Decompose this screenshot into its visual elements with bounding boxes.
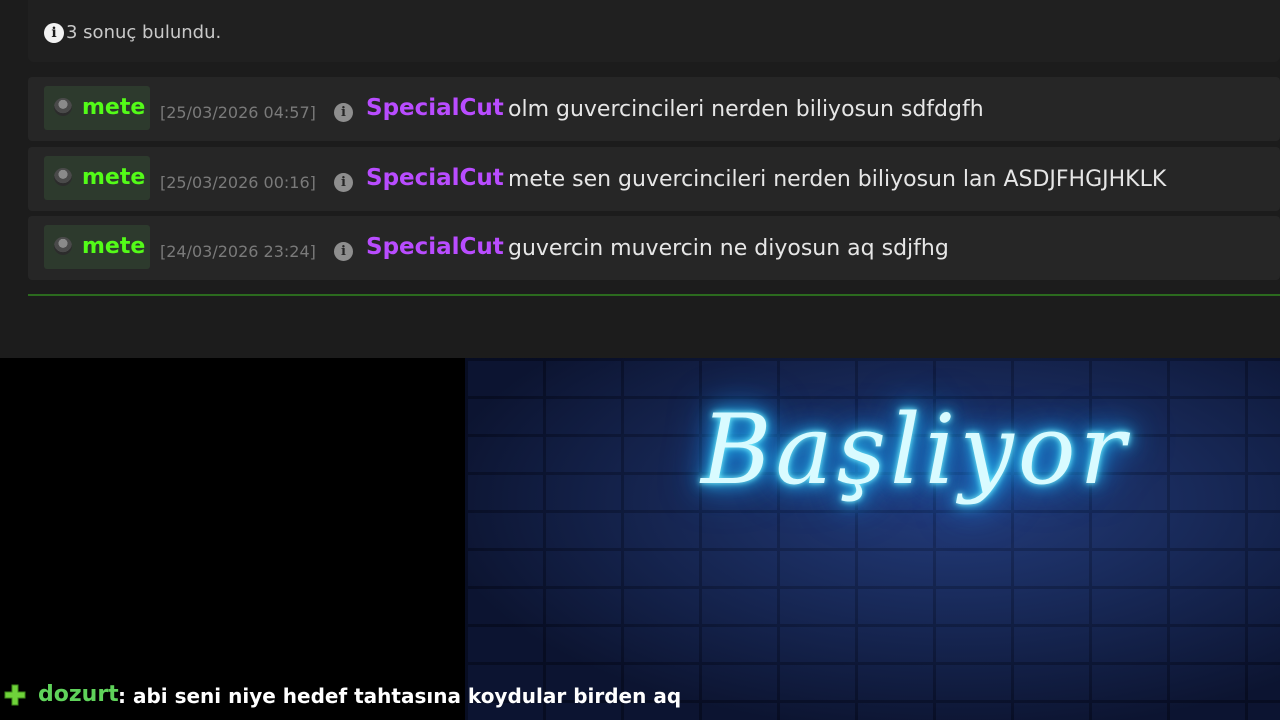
- message-text: olm guvercincileri nerden biliyosun sdfd…: [508, 97, 984, 122]
- message-row[interactable]: mete [25/03/2026 04:57] i SpecialCut olm…: [28, 77, 1280, 141]
- info-icon[interactable]: i: [334, 242, 353, 261]
- username[interactable]: mete: [82, 95, 145, 120]
- result-count: 3 sonuç bulundu.: [66, 22, 222, 43]
- message-timestamp: [24/03/2026 23:24]: [160, 242, 316, 261]
- message-timestamp: [25/03/2026 04:57]: [160, 103, 316, 122]
- username[interactable]: mete: [82, 234, 145, 259]
- moderator-name[interactable]: SpecialCut: [366, 95, 504, 121]
- message-history-panel: i 3 sonuç bulundu. mete [25/03/2026 04:5…: [0, 0, 1280, 358]
- stream-starting-overlay: Başliyor: [465, 358, 1280, 720]
- user-badge[interactable]: mete: [44, 225, 150, 269]
- username[interactable]: mete: [82, 165, 145, 190]
- moderator-name[interactable]: SpecialCut: [366, 165, 504, 191]
- chat-text: : abi seni niye hedef tahtasına koydular…: [118, 684, 682, 708]
- message-text: mete sen guvercincileri nerden biliyosun…: [508, 167, 1167, 192]
- chat-username[interactable]: dozurt: [38, 682, 119, 707]
- info-icon[interactable]: i: [334, 173, 353, 192]
- message-text: guvercin muvercin ne diyosun aq sdjfhg: [508, 236, 949, 261]
- avatar: [54, 168, 72, 186]
- message-row[interactable]: mete [24/03/2026 23:24] i SpecialCut guv…: [28, 216, 1280, 280]
- message-row[interactable]: mete [25/03/2026 00:16] i SpecialCut met…: [28, 147, 1280, 211]
- moderator-name[interactable]: SpecialCut: [366, 234, 504, 260]
- info-icon: i: [44, 23, 64, 43]
- neon-title: Başliyor: [701, 394, 1130, 506]
- user-badge[interactable]: mete: [44, 156, 150, 200]
- info-icon[interactable]: i: [334, 103, 353, 122]
- divider: [28, 294, 1280, 296]
- message-timestamp: [25/03/2026 00:16]: [160, 173, 316, 192]
- plus-badge-icon: [4, 684, 26, 706]
- user-badge[interactable]: mete: [44, 86, 150, 130]
- avatar: [54, 237, 72, 255]
- avatar: [54, 98, 72, 116]
